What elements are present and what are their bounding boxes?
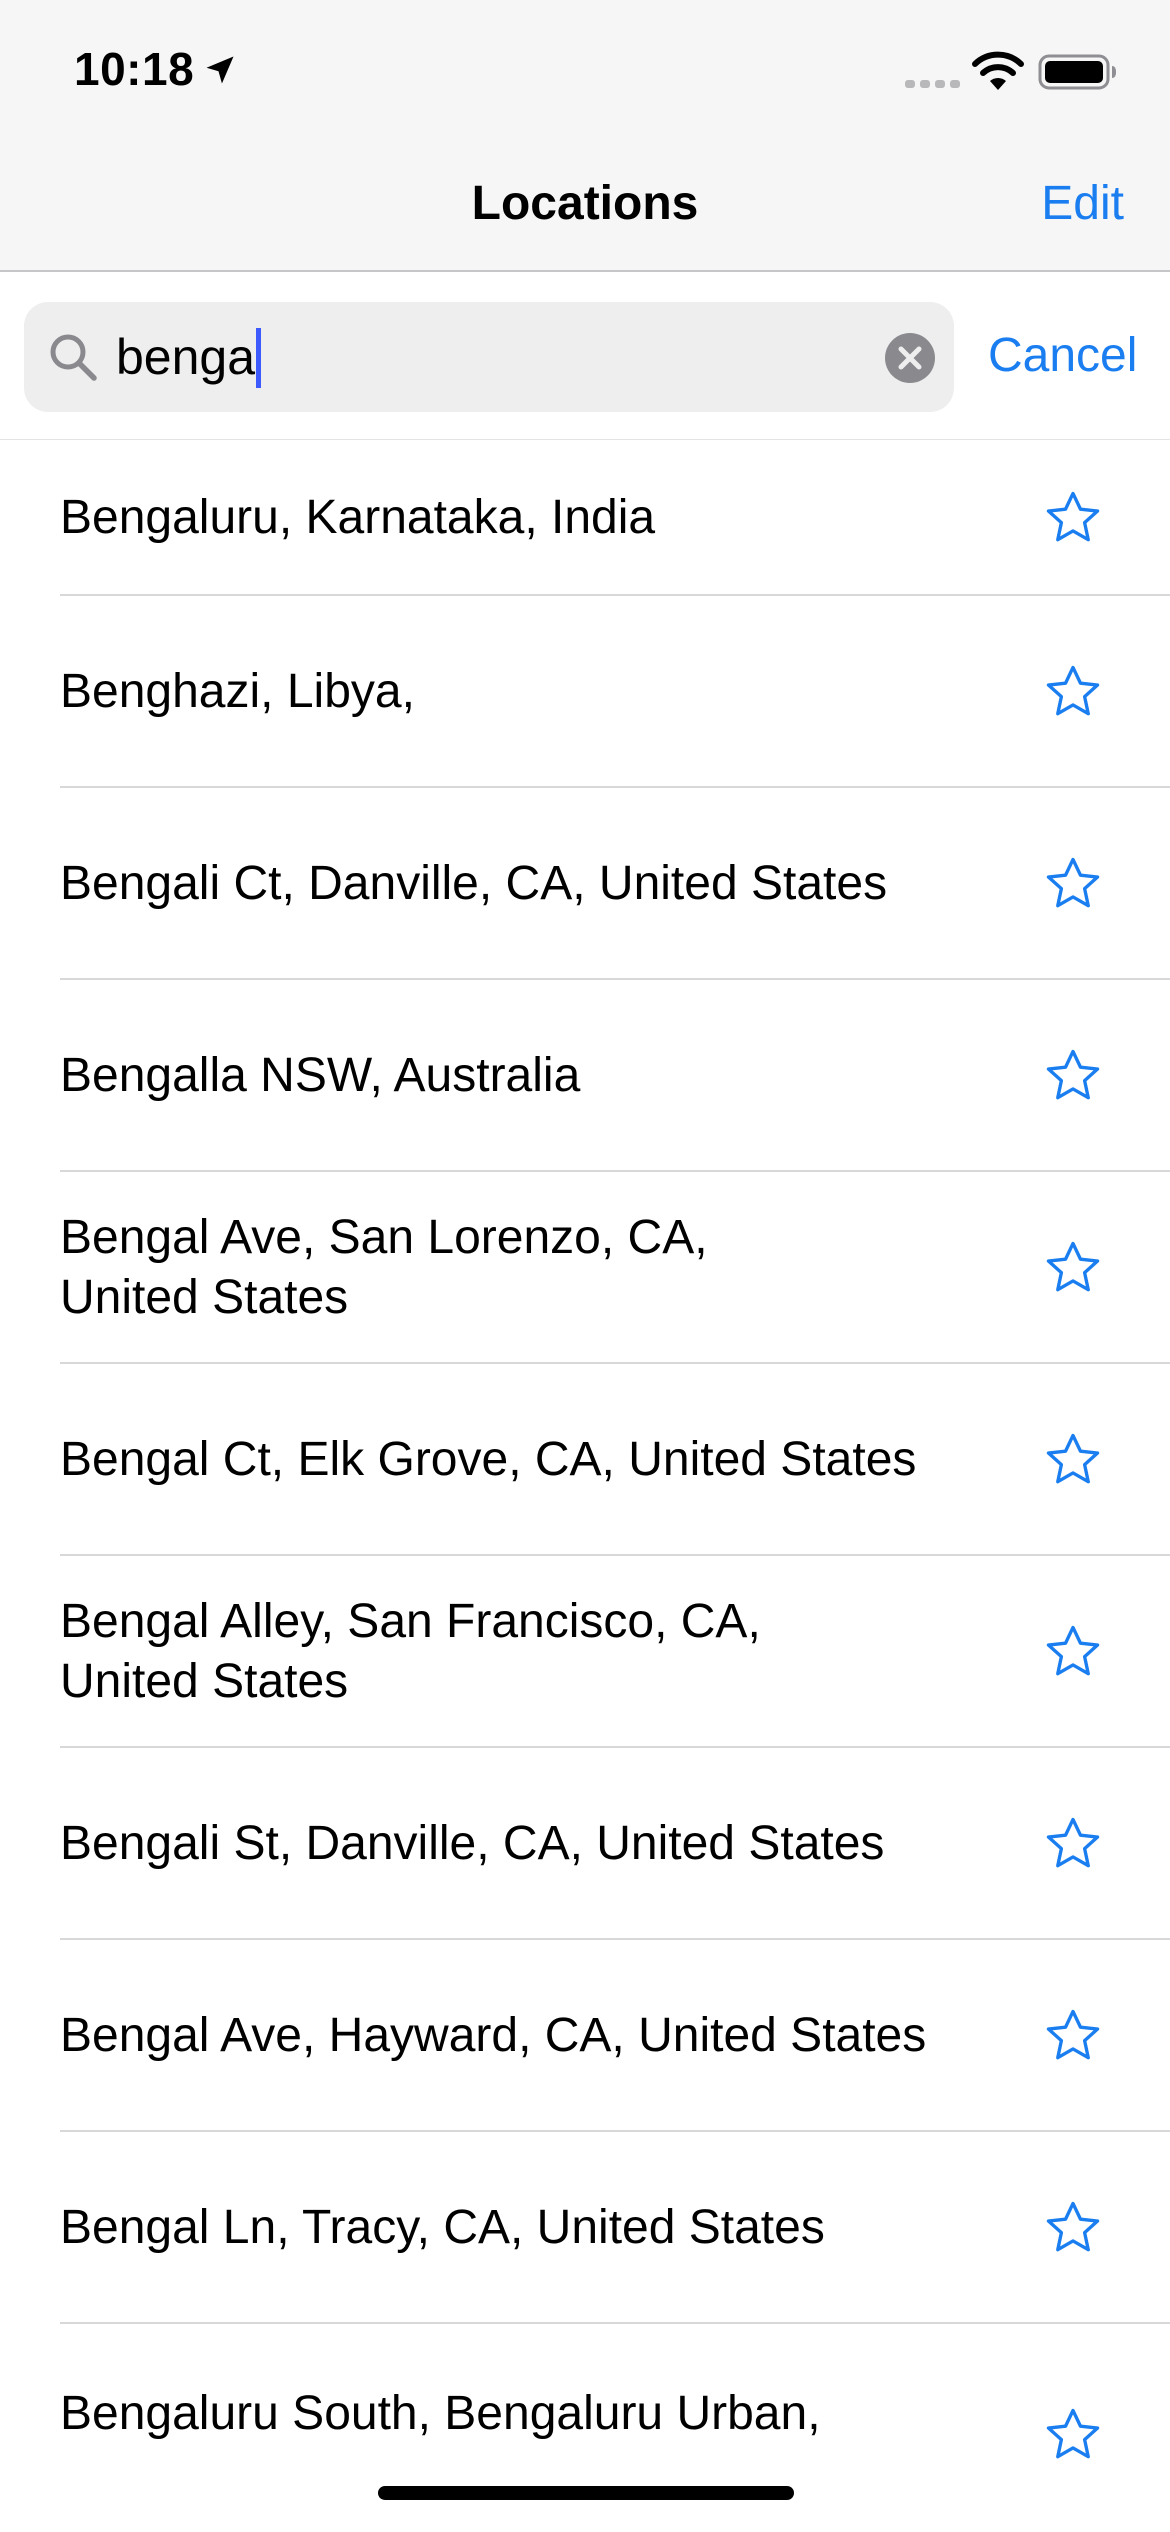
search-input-text[interactable]: benga (116, 327, 262, 391)
status-time: 10:18 (74, 43, 195, 95)
list-item[interactable]: Bengal Ave, San Lorenzo, CA, United Stat… (0, 1172, 1170, 1364)
result-label: Bengal Alley, San Francisco, CA, United … (60, 1595, 761, 1708)
wifi-icon (972, 51, 1024, 90)
star-icon[interactable] (1042, 853, 1104, 915)
result-label: Bengal Ln, Tracy, CA, United States (60, 2201, 825, 2254)
text-caret (256, 327, 262, 388)
star-icon[interactable] (1042, 1237, 1104, 1299)
search-input-value[interactable]: benga (116, 329, 255, 385)
star-icon[interactable] (1042, 1813, 1104, 1875)
clear-icon[interactable] (884, 332, 936, 384)
result-label: Benghazi, Libya, (60, 665, 415, 718)
list-item[interactable]: Bengal Ct, Elk Grove, CA, United States (0, 1364, 1170, 1556)
star-icon[interactable] (1042, 2404, 1104, 2466)
status-bar: 10:18 (0, 0, 1170, 140)
home-indicator[interactable] (378, 2486, 794, 2500)
star-icon[interactable] (1042, 661, 1104, 723)
list-item[interactable]: Bengali Ct, Danville, CA, United States (0, 788, 1170, 980)
edit-button[interactable]: Edit (1041, 176, 1124, 231)
list-item[interactable]: Bengal Ave, Hayward, CA, United States (0, 1940, 1170, 2132)
star-icon[interactable] (1042, 1045, 1104, 1107)
result-label: Bengal Ct, Elk Grove, CA, United States (60, 1433, 917, 1486)
result-label: Bengaluru, Karnataka, India (60, 491, 656, 544)
cancel-button[interactable]: Cancel (988, 328, 1137, 383)
search-area: benga Cancel (0, 272, 1170, 440)
star-icon[interactable] (1042, 2005, 1104, 2067)
result-label: Bengalla NSW, Australia (60, 1049, 581, 1102)
list-item[interactable]: Bengalla NSW, Australia (0, 980, 1170, 1172)
result-label: Bengal Ave, Hayward, CA, United States (60, 2009, 927, 2062)
list-item[interactable]: Bengal Alley, San Francisco, CA, United … (0, 1556, 1170, 1748)
result-label: Bengali St, Danville, CA, United States (60, 1817, 885, 1870)
star-icon[interactable] (1042, 487, 1104, 549)
results-list: Bengaluru, Karnataka, India Benghazi, Li… (0, 440, 1170, 2516)
list-item[interactable]: Bengali St, Danville, CA, United States (0, 1748, 1170, 1940)
battery-icon (1038, 54, 1116, 90)
result-label: Bengal Ave, San Lorenzo, CA, United Stat… (60, 1211, 708, 1324)
result-label: Bengali Ct, Danville, CA, United States (60, 857, 888, 910)
search-input[interactable]: benga (24, 302, 954, 412)
star-icon[interactable] (1042, 1621, 1104, 1683)
list-item[interactable]: Bengal Ln, Tracy, CA, United States (0, 2132, 1170, 2324)
navigation-bar: Locations Edit (0, 140, 1170, 272)
page-title: Locations (471, 177, 699, 230)
star-icon[interactable] (1042, 1429, 1104, 1491)
location-arrow-icon (206, 56, 234, 84)
list-item[interactable]: Bengaluru, Karnataka, India (0, 440, 1170, 596)
result-label: Bengaluru South, Bengaluru Urban, (60, 2387, 821, 2440)
search-icon (50, 334, 97, 381)
star-icon[interactable] (1042, 2197, 1104, 2259)
list-item[interactable]: Benghazi, Libya, (0, 596, 1170, 788)
cellular-signal-icon (905, 80, 960, 88)
